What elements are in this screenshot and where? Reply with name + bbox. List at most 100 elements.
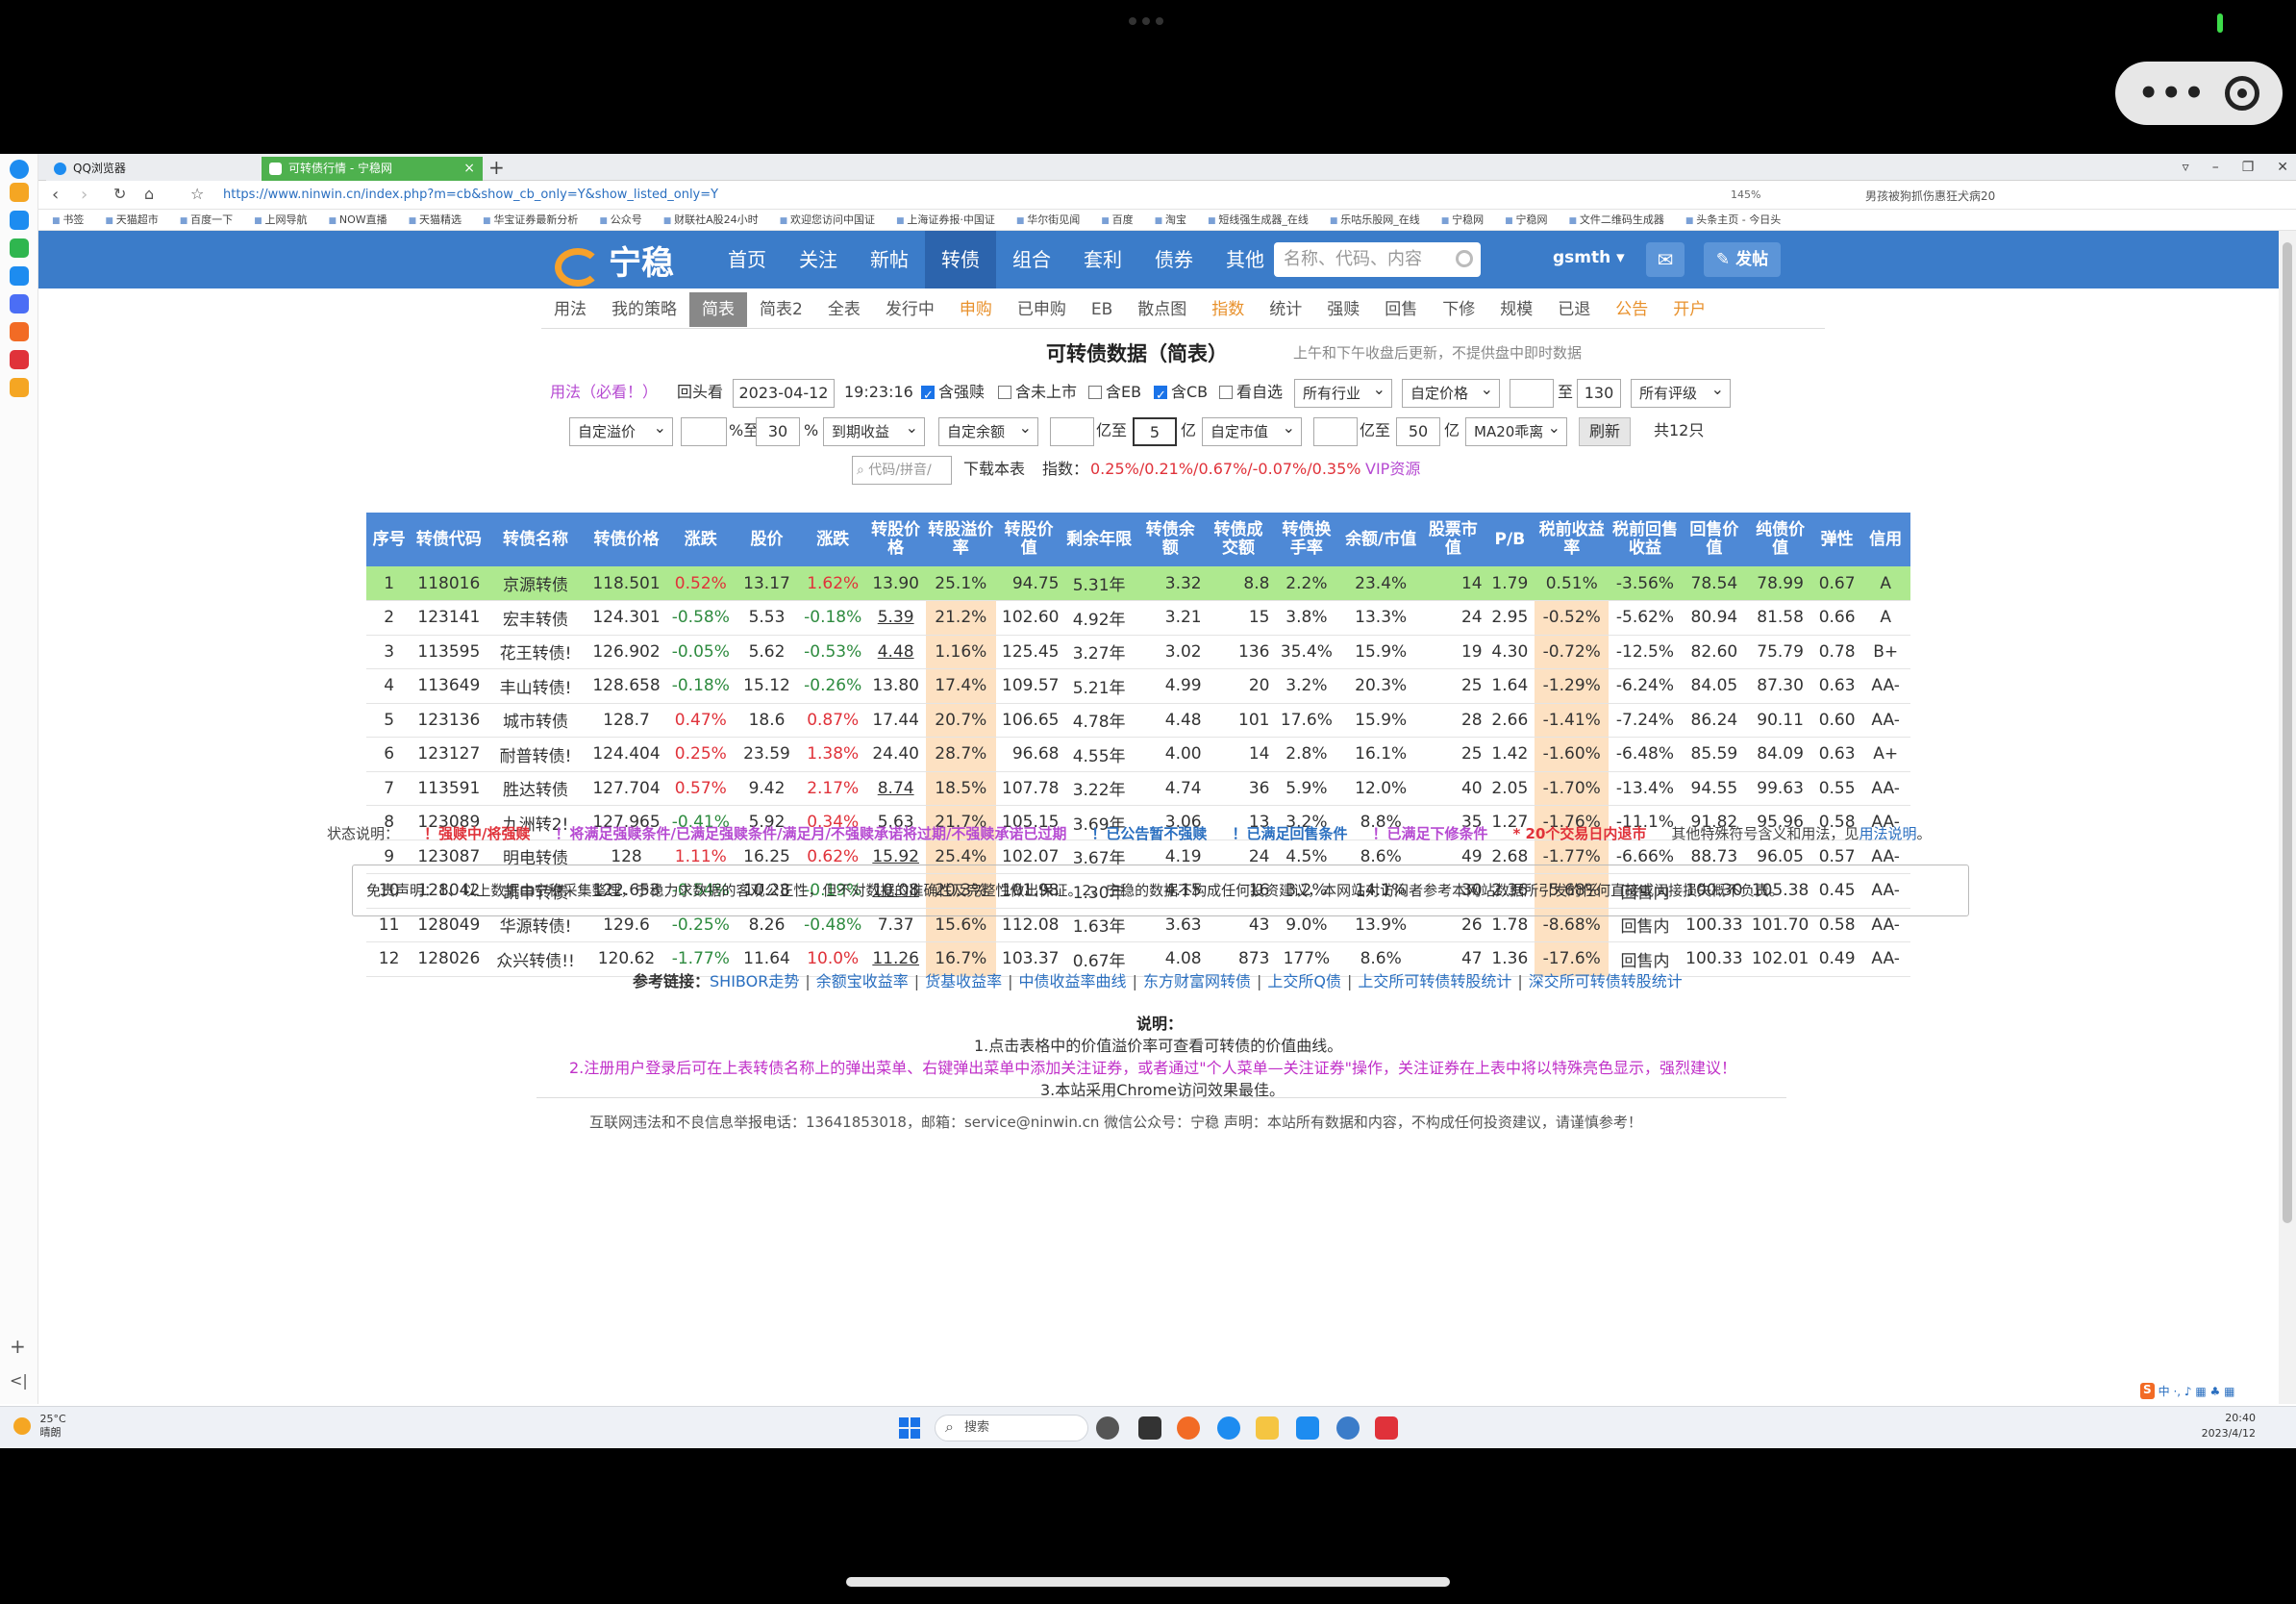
mktcap-min-input[interactable] [1313, 417, 1358, 446]
reference-link[interactable]: 中债收益率曲线 [1019, 972, 1127, 990]
bookmark-item[interactable]: 文件二维码生成器 [1569, 210, 1664, 230]
reference-link[interactable]: SHIBOR走势 [710, 972, 799, 990]
sidebar-app-icon[interactable] [10, 378, 29, 397]
reload-icon[interactable]: ↻ [113, 185, 126, 203]
table-row[interactable]: 4 113649 丰山转债! 128.658 -0.18% 15.12 -0.26% 13.8… [366, 668, 1910, 704]
close-window-icon[interactable]: ✕ [2277, 154, 2288, 181]
sidebar-app-icon[interactable] [10, 322, 29, 341]
pdf-icon[interactable] [10, 350, 29, 369]
price-select[interactable]: 自定价格 [1402, 376, 1500, 408]
home-indicator[interactable] [846, 1577, 1450, 1587]
site-search-input[interactable]: 名称、代码、内容 [1274, 242, 1481, 277]
home-icon[interactable]: ⌂ [144, 185, 154, 203]
taskbar-search[interactable]: 搜索 [935, 1415, 1088, 1441]
code-search-input[interactable]: ⌕ 代码/拼音/ [852, 456, 952, 485]
premium-select[interactable]: 自定溢价 [569, 414, 673, 446]
bookmark-item[interactable]: 宁稳网 [1441, 210, 1484, 230]
checkbox-eb[interactable]: 含EB [1088, 379, 1141, 408]
checkbox-watchlist[interactable]: 看自选 [1219, 379, 1283, 408]
reference-link[interactable]: 货基收益率 [925, 972, 1002, 990]
refresh-button[interactable]: 刷新 [1579, 417, 1632, 446]
bookmark-item[interactable]: 华宝证券最新分析 [483, 210, 578, 230]
user-menu[interactable]: gsmth ▾ [1553, 248, 1625, 267]
subnav-item[interactable]: 统计 [1257, 292, 1314, 327]
nav-item[interactable]: 债券 [1138, 231, 1210, 288]
wechat-icon[interactable] [10, 238, 29, 258]
column-header[interactable]: 转股溢价率 [925, 513, 996, 566]
site-logo[interactable]: 宁稳 [551, 238, 674, 287]
taskbar-app-icon[interactable] [1096, 1416, 1119, 1440]
column-header[interactable]: 转债名称 [486, 513, 586, 566]
nav-item[interactable]: 首页 [711, 231, 783, 288]
reference-link[interactable]: 深交所可转债转股统计 [1529, 972, 1683, 990]
qq-browser-icon[interactable] [10, 160, 29, 179]
column-header[interactable]: 纯债价值 [1747, 513, 1813, 566]
column-header[interactable]: 股价 [734, 513, 800, 566]
subnav-item[interactable]: 简表2 [747, 292, 815, 327]
subnav-item[interactable]: 规模 [1487, 292, 1545, 327]
column-header[interactable]: 转债价格 [585, 513, 668, 566]
taskbar-app-icon[interactable] [1336, 1416, 1360, 1440]
column-header[interactable]: 转债余额 [1136, 513, 1205, 566]
bookmark-item[interactable]: 乐咕乐股网_在线 [1330, 210, 1420, 230]
table-cell[interactable]: 丰山转债! [486, 668, 586, 704]
table-cell[interactable]: 25.1% [925, 566, 996, 601]
column-header[interactable]: 余额/市值 [1340, 513, 1422, 566]
bookmark-item[interactable]: 头条主页 - 今日头 [1685, 210, 1781, 230]
bookmark-item[interactable]: 财联社A股24小时 [663, 210, 759, 230]
bookmark-item[interactable]: 百度一下 [180, 210, 233, 230]
date-input[interactable]: 2023-04-12 [733, 379, 835, 408]
table-cell[interactable]: 1.16% [925, 635, 996, 669]
menu-icon[interactable]: ▿ [2183, 154, 2189, 181]
back-icon[interactable]: ‹ [52, 185, 59, 205]
add-icon[interactable]: + [10, 1337, 29, 1356]
zoom-level[interactable]: 145% [1731, 188, 1760, 201]
qq-browser-taskbar-icon[interactable] [1296, 1416, 1319, 1440]
nav-item[interactable]: 组合 [996, 231, 1067, 288]
sidebar-app-icon[interactable] [10, 183, 29, 202]
table-row[interactable]: 6 123127 耐普转债! 124.404 0.25% 23.59 1.38% 24.40 2… [366, 737, 1910, 772]
price-min-input[interactable] [1510, 379, 1554, 408]
edge-icon[interactable] [1217, 1416, 1240, 1440]
checkbox-unlisted[interactable]: 含未上市 [998, 379, 1077, 408]
table-cell[interactable]: 胜达转债 [486, 771, 586, 806]
mktcap-max-input[interactable]: 50 [1396, 417, 1440, 446]
table-cell[interactable]: 28.7% [925, 737, 996, 772]
reference-link[interactable]: 东方财富网转债 [1143, 972, 1251, 990]
subnav-item[interactable]: 已申购 [1005, 292, 1079, 327]
column-header[interactable]: 转债成交额 [1204, 513, 1273, 566]
table-row[interactable]: 5 123136 城市转债 128.7 0.47% 18.6 0.87% 17.44 20.7%… [366, 703, 1910, 738]
column-header[interactable]: P/B [1485, 513, 1535, 566]
bookmark-item[interactable]: 短线强生成器_在线 [1208, 210, 1309, 230]
minimize-icon[interactable]: – [2212, 154, 2219, 181]
taskbar-clock[interactable]: 20:40 2023/4/12 [2202, 1411, 2256, 1441]
price-max-input[interactable]: 130 [1577, 379, 1621, 408]
column-header[interactable]: 税前回售收益 [1609, 513, 1682, 566]
wps-icon[interactable] [1375, 1416, 1398, 1440]
table-cell[interactable]: 20.7% [925, 703, 996, 738]
bookmark-star-icon[interactable]: ☆ [190, 185, 204, 203]
reference-link[interactable]: 余额宝收益率 [816, 972, 909, 990]
bookmark-item[interactable]: 公众号 [599, 210, 642, 230]
subnav-item[interactable]: 我的策略 [599, 292, 689, 327]
table-cell[interactable]: 18.5% [925, 771, 996, 806]
sidebar-app-icon[interactable] [10, 294, 29, 313]
column-header[interactable]: 弹性 [1812, 513, 1861, 566]
column-header[interactable]: 回售价值 [1681, 513, 1748, 566]
nav-item[interactable]: 关注 [783, 231, 854, 288]
usage-link[interactable]: 用法（必看！） [550, 379, 658, 408]
start-button[interactable] [899, 1417, 920, 1439]
subnav-item[interactable]: 回售 [1372, 292, 1430, 327]
nav-item[interactable]: 新帖 [854, 231, 925, 288]
table-cell[interactable]: 花王转债! [486, 635, 586, 669]
close-target-icon[interactable] [2225, 76, 2260, 111]
download-link[interactable]: 下载本表 [963, 456, 1025, 485]
column-header[interactable]: 信用 [1860, 513, 1910, 566]
bookmark-item[interactable]: 上网导航 [254, 210, 308, 230]
bookmark-item[interactable]: 淘宝 [1155, 210, 1186, 230]
search-icon[interactable] [1456, 250, 1473, 267]
bookmark-item[interactable]: 天猫精选 [409, 210, 462, 230]
subnav-item[interactable]: 散点图 [1125, 292, 1199, 327]
table-cell[interactable]: 耐普转债! [486, 737, 586, 772]
nav-item[interactable]: 套利 [1067, 231, 1138, 288]
